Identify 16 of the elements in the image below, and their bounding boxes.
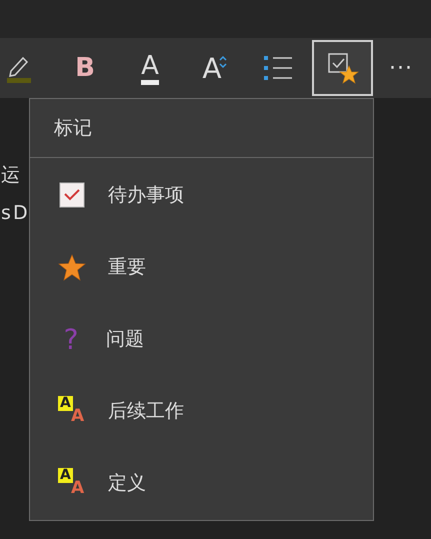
bullet-list-icon (263, 55, 293, 81)
font-size-button[interactable]: A (194, 40, 230, 96)
menu-item[interactable]: ? 问题 (30, 303, 373, 375)
menu-item[interactable]: 重要 (30, 231, 373, 303)
star-icon (58, 254, 86, 280)
checkbox-star-icon (326, 52, 358, 84)
question-mark-icon: ? (58, 322, 84, 356)
menu-title: 标记 (53, 116, 93, 141)
menu-item[interactable]: 待办事项 (30, 159, 373, 231)
bold-button[interactable]: B (67, 40, 103, 96)
more-button[interactable]: ··· (381, 40, 421, 96)
document-text: s D (1, 201, 26, 226)
document-text: 运 (1, 163, 18, 188)
checkbox-icon (58, 182, 86, 208)
tag-button[interactable] (312, 40, 373, 96)
font-color-button[interactable]: A (132, 40, 168, 96)
